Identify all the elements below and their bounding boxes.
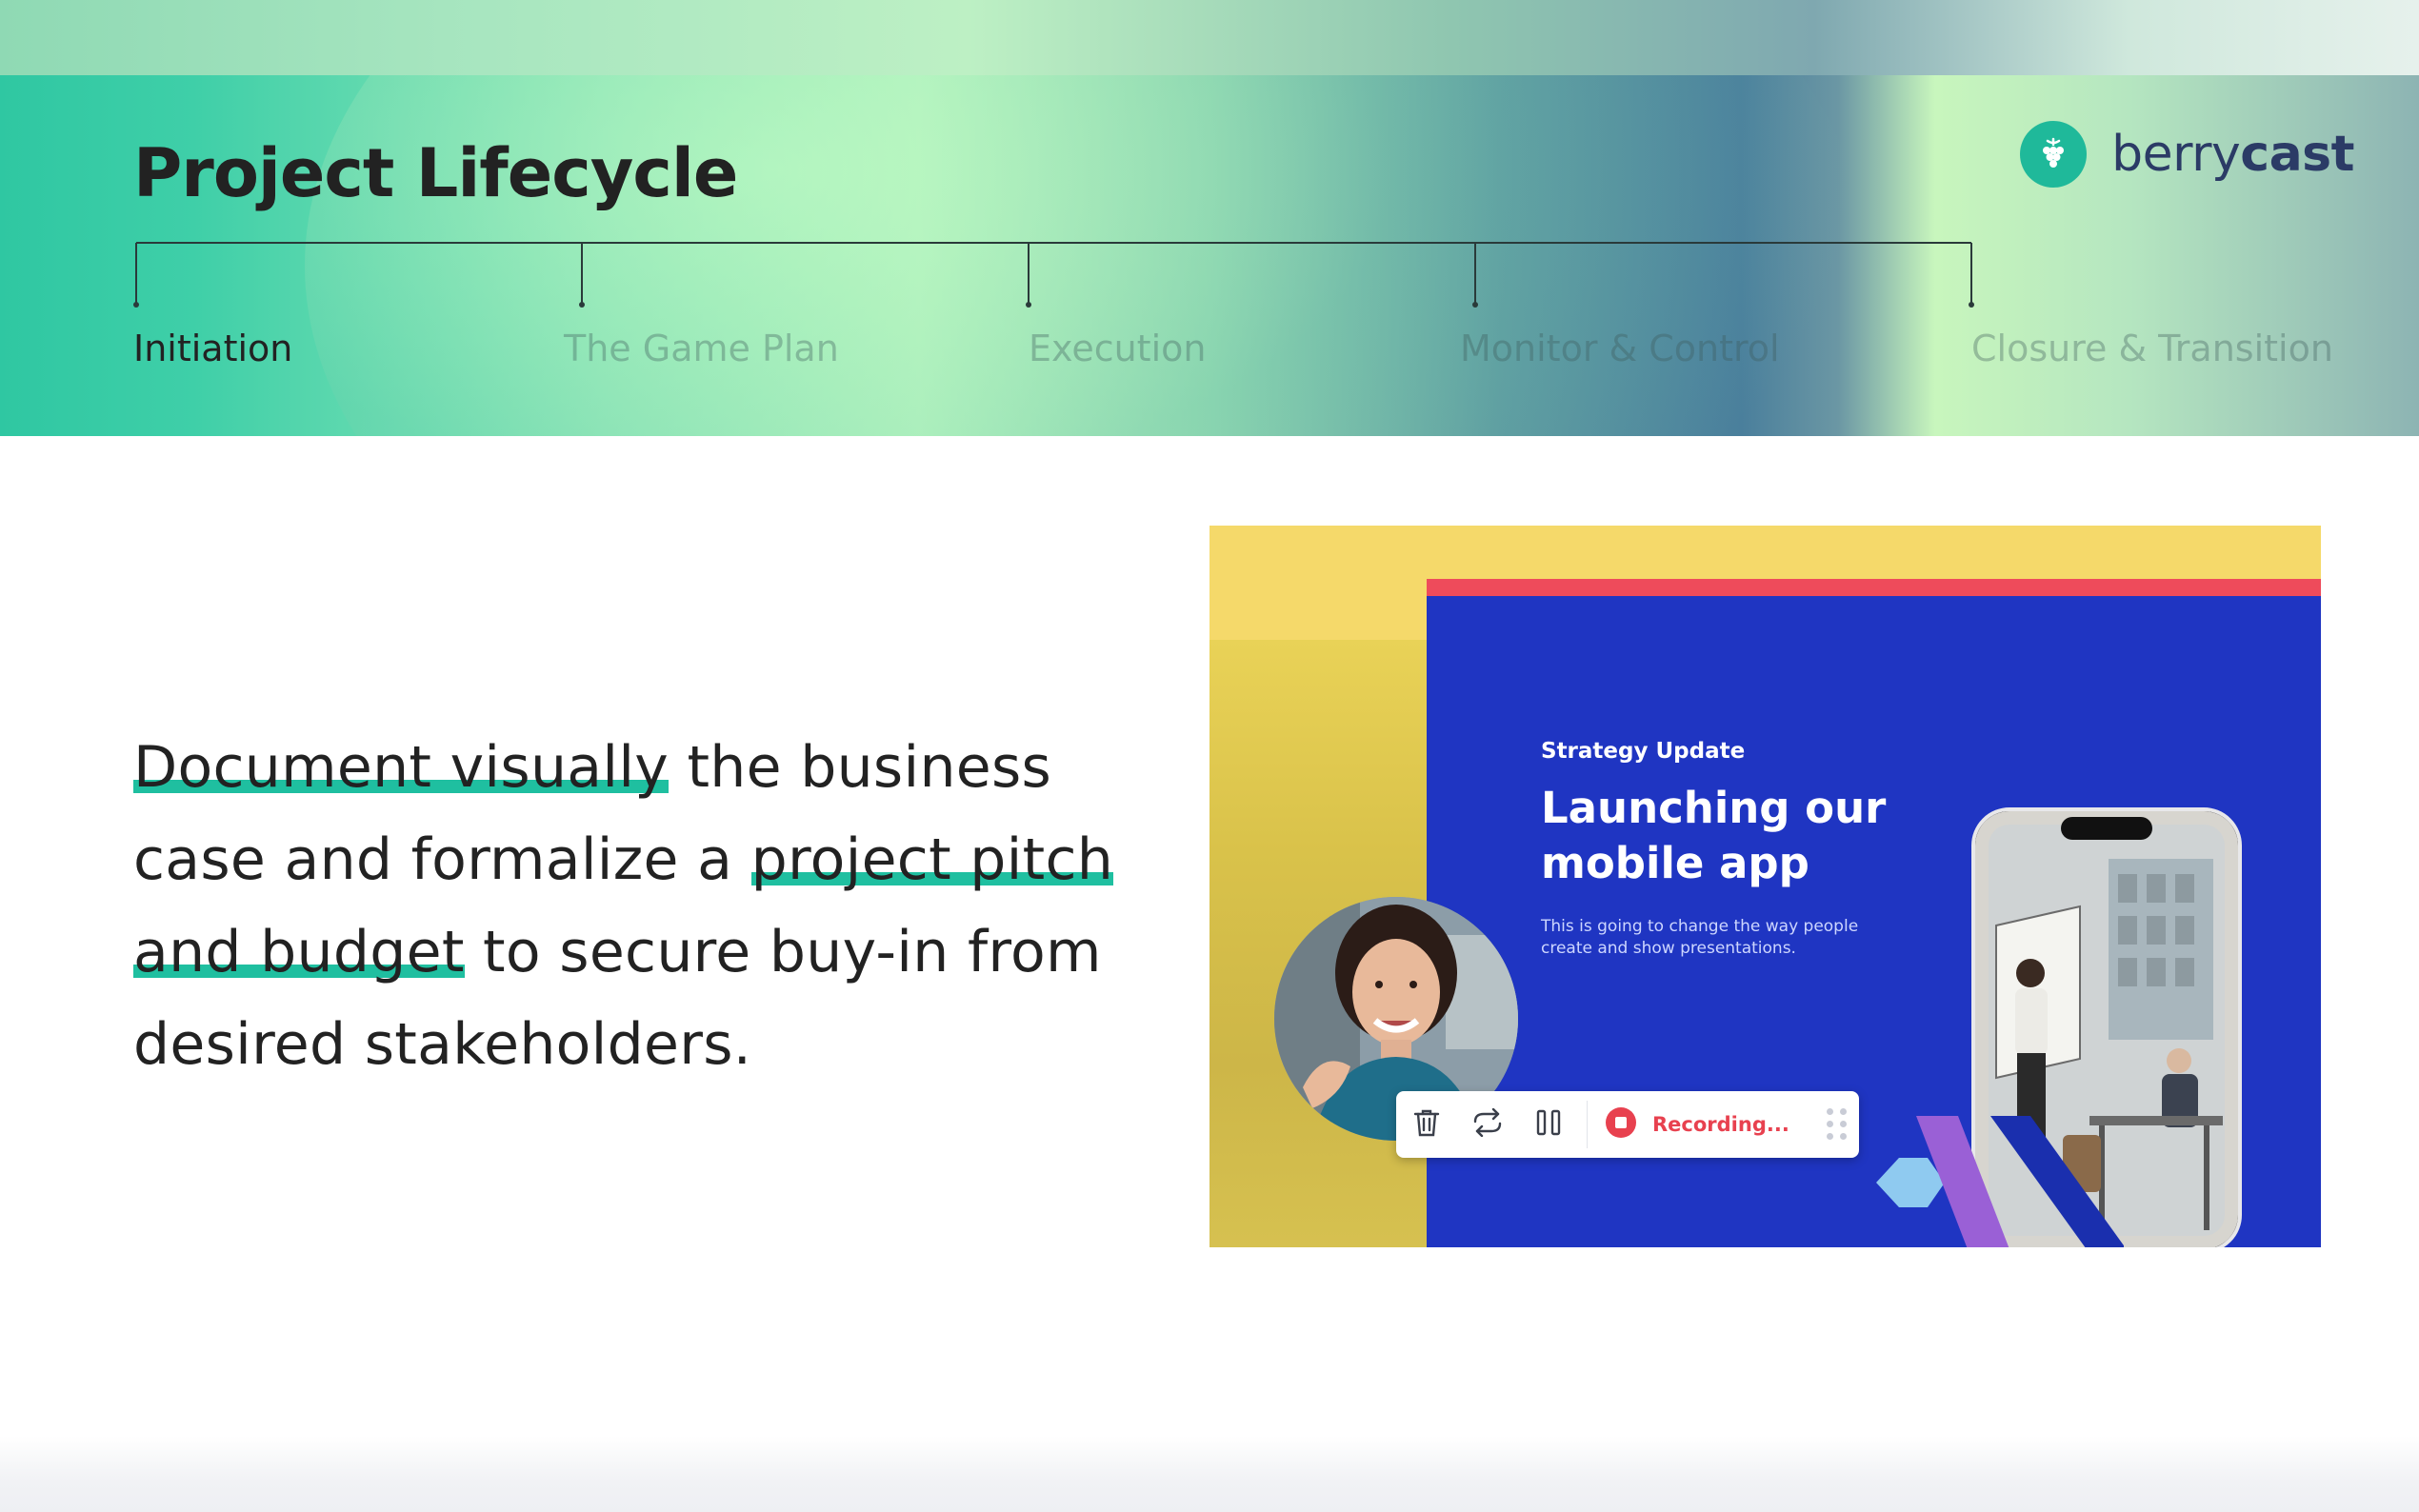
stage-game-plan[interactable]: The Game Plan: [564, 328, 839, 369]
lifecycle-timeline: Initiation The Game Plan Execution Monit…: [0, 75, 2419, 436]
drag-handle-icon[interactable]: [1827, 1108, 1847, 1141]
recording-toolbar: Recording...: [1396, 1091, 1859, 1158]
restart-recording-button[interactable]: [1457, 1091, 1518, 1158]
recording-preview-image: Strategy Update Launching our mobile app…: [1210, 526, 2321, 1247]
stage-initiation[interactable]: Initiation: [133, 328, 292, 369]
recording-status-label: Recording...: [1652, 1113, 1789, 1136]
highlight-document-visually: Document visually: [133, 734, 670, 801]
top-gradient-strip: [0, 0, 2419, 75]
stop-icon: [1605, 1106, 1637, 1143]
decorative-shapes: [1876, 1116, 2124, 1247]
pause-icon: [1535, 1108, 1562, 1141]
stage-monitor-control[interactable]: Monitor & Control: [1460, 328, 1780, 369]
refresh-icon: [1471, 1107, 1504, 1141]
bottom-fade: [0, 1436, 2419, 1512]
delete-recording-button[interactable]: [1396, 1091, 1457, 1158]
toolbar-divider: [1587, 1101, 1588, 1148]
slide-title: Launching our mobile app: [1541, 783, 1887, 888]
pause-recording-button[interactable]: [1518, 1091, 1579, 1158]
trash-icon: [1412, 1107, 1441, 1142]
stage-execution[interactable]: Execution: [1029, 328, 1206, 369]
stage-description: Document visually the business case and …: [133, 722, 1124, 1091]
stage-closure-transition[interactable]: Closure & Transition: [1971, 328, 2333, 369]
slide-kicker: Strategy Update: [1541, 739, 1746, 764]
header-banner: Project Lifecycle berrycast Initiation T…: [0, 75, 2419, 436]
timeline-connector-lines: [133, 242, 1974, 308]
stop-recording-button[interactable]: Recording...: [1597, 1091, 1789, 1158]
page: Project Lifecycle berrycast Initiation T…: [0, 0, 2419, 1512]
slide-accent-bar: [1427, 579, 2321, 596]
slide-body: This is going to change the way people c…: [1541, 917, 1859, 958]
